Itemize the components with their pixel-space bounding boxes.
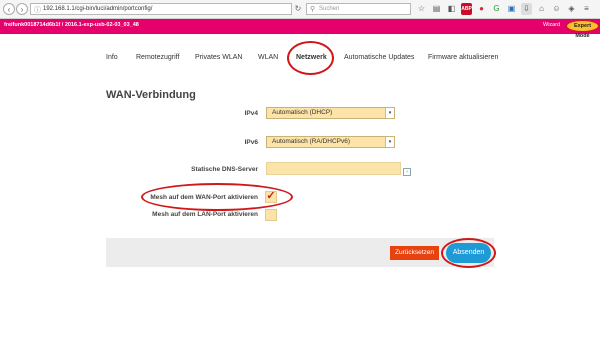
- router-header: freifunk0018714d6b1f / 2016.1-exp-usb-02…: [0, 19, 600, 34]
- add-dns-icon[interactable]: +: [403, 168, 411, 176]
- forward-icon[interactable]: ›: [16, 3, 28, 15]
- search-placeholder: Suchen: [319, 6, 340, 12]
- chat-icon[interactable]: ☺: [551, 3, 562, 15]
- tab-remotezugriff[interactable]: Remotezugriff: [136, 54, 179, 61]
- chevron-down-icon: ▾: [385, 137, 394, 147]
- addon-icon[interactable]: G: [491, 3, 502, 15]
- dns-label: Statische DNS-Server: [191, 166, 258, 173]
- tab-automatische-updates[interactable]: Automatische Updates: [344, 54, 414, 61]
- chevron-down-icon: ▾: [385, 108, 394, 118]
- highlight-circle-netzwerk: [287, 41, 334, 75]
- search-icon: ⚲: [310, 6, 316, 13]
- hostname: freifunk0018714d6b1f / 2016.1-exp-usb-02…: [4, 22, 139, 28]
- search-input[interactable]: ⚲ Suchen: [306, 3, 411, 15]
- ipv4-value: Automatisch (DHCP): [272, 109, 333, 116]
- back-icon[interactable]: ‹: [3, 3, 15, 15]
- highlight-circle-mesh-wan: [141, 183, 293, 211]
- mesh-lan-label: Mesh auf dem LAN-Port aktivieren: [152, 211, 258, 218]
- dns-input[interactable]: [266, 162, 401, 175]
- reload-icon[interactable]: ↻: [293, 3, 303, 15]
- ipv6-select[interactable]: Automatisch (RA/DHCPv6) ▾: [266, 136, 395, 148]
- site-info-icon[interactable]: ⓘ: [34, 5, 41, 16]
- url-text: 192.168.1.1/cgi-bin/luci/admin/portconfi…: [43, 6, 153, 12]
- browser-toolbar: ‹ › ⓘ 192.168.1.1/cgi-bin/luci/admin/por…: [0, 0, 600, 19]
- lastpass-icon[interactable]: ●: [476, 3, 487, 15]
- ipv6-label: IPv6: [244, 139, 258, 146]
- tab-wlan[interactable]: WLAN: [258, 54, 278, 61]
- ipv4-label: IPv4: [244, 110, 258, 117]
- star-icon[interactable]: ☆: [416, 3, 427, 15]
- translate-icon[interactable]: ▣: [506, 3, 517, 15]
- wizard-link[interactable]: Wizard: [543, 22, 560, 28]
- pocket-icon[interactable]: ◧: [446, 3, 457, 15]
- adblock-icon[interactable]: ABP: [461, 3, 472, 15]
- shield-icon[interactable]: ◈: [566, 3, 577, 15]
- toolbar-icons: ☆ ▤ ◧ ABP ● G ▣ ⇩ ⌂ ☺ ◈ ≡: [416, 3, 592, 15]
- home-icon[interactable]: ⌂: [536, 3, 547, 15]
- download-icon[interactable]: ⇩: [521, 3, 532, 15]
- mesh-lan-checkbox[interactable]: [265, 209, 277, 221]
- expert-mode-button[interactable]: Expert Mode: [566, 20, 599, 39]
- url-bar[interactable]: ⓘ 192.168.1.1/cgi-bin/luci/admin/portcon…: [30, 3, 292, 15]
- menu-icon[interactable]: ≡: [581, 3, 592, 15]
- highlight-circle-submit: [441, 238, 496, 268]
- ipv6-value: Automatisch (RA/DHCPv6): [272, 138, 351, 145]
- ipv4-select[interactable]: Automatisch (DHCP) ▾: [266, 107, 395, 119]
- reset-button[interactable]: Zurücksetzen: [390, 246, 439, 260]
- tab-firmware-aktualisieren[interactable]: Firmware aktualisieren: [428, 54, 498, 61]
- reading-list-icon[interactable]: ▤: [431, 3, 442, 15]
- section-title: WAN-Verbindung: [106, 89, 196, 101]
- tab-info[interactable]: Info: [106, 54, 118, 61]
- tab-privates-wlan[interactable]: Privates WLAN: [195, 54, 242, 61]
